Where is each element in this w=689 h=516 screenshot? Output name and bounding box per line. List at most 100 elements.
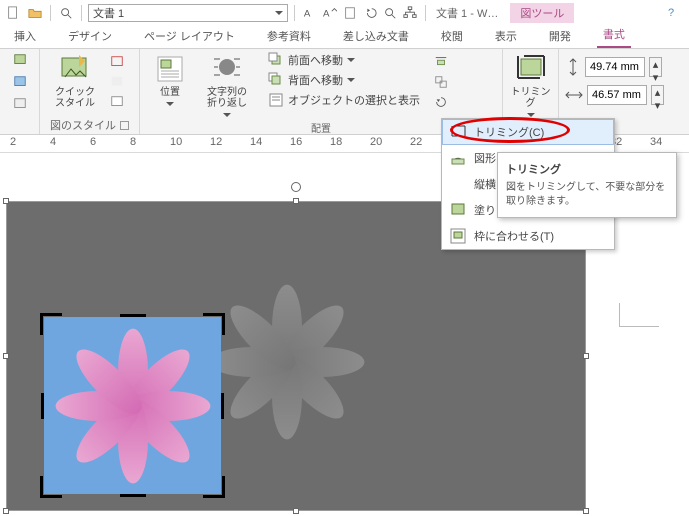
window-title: 文書 1 - W…: [436, 5, 498, 21]
svg-text:A: A: [304, 8, 311, 19]
selection-pane-button[interactable]: オブジェクトの選択と表示: [266, 91, 422, 109]
compress-icon[interactable]: [11, 95, 29, 113]
paste-icon[interactable]: [341, 4, 359, 22]
color-icon[interactable]: [11, 73, 29, 91]
find-icon[interactable]: [381, 4, 399, 22]
quick-styles-label: クイック スタイル: [55, 87, 95, 109]
fit-icon: [450, 228, 466, 244]
document-name-text: 文書 1: [93, 5, 124, 21]
crop-handle[interactable]: [203, 313, 225, 335]
menu-aspect-ratio-label: 縦横: [474, 176, 496, 192]
cropped-image: [44, 317, 221, 494]
rotate-icon[interactable]: [432, 93, 450, 111]
send-backward-label: 背面へ移動: [288, 72, 343, 88]
ruler-number: 12: [210, 136, 222, 148]
open-folder-icon[interactable]: [26, 4, 44, 22]
tooltip-body: 図をトリミングして、不要な部分を取り除きます。: [506, 181, 668, 209]
border-icon[interactable]: [108, 53, 126, 71]
tab-review[interactable]: 校閲: [435, 24, 469, 48]
position-button[interactable]: 位置: [146, 51, 194, 108]
resize-handle[interactable]: [3, 353, 9, 359]
separator: [81, 5, 82, 21]
ruler-number: 10: [170, 136, 182, 148]
print-preview-icon[interactable]: [57, 4, 75, 22]
crop-handle[interactable]: [40, 476, 62, 498]
ruler-number: 2: [10, 136, 16, 148]
crop-button[interactable]: トリミング: [509, 51, 552, 119]
bring-forward-button[interactable]: 前面へ移動: [266, 51, 422, 69]
tab-view[interactable]: 表示: [489, 24, 523, 48]
tab-design[interactable]: デザイン: [62, 24, 118, 48]
tab-format[interactable]: 書式: [597, 22, 631, 48]
menu-fill-label: 塗り: [474, 202, 496, 218]
menu-crop[interactable]: トリミング(C): [442, 119, 614, 145]
wrap-text-button[interactable]: 文字列の 折り返し: [198, 51, 256, 119]
menu-crop-to-shape-label: 図形: [474, 150, 496, 166]
width-spinner[interactable]: ▴▾: [651, 85, 664, 105]
document-name-dropdown[interactable]: 文書 1: [88, 4, 288, 22]
crop-label: トリミング: [509, 87, 552, 109]
height-row: ▴▾: [565, 57, 662, 77]
send-backward-button[interactable]: 背面へ移動: [266, 71, 422, 89]
tab-insert[interactable]: 挿入: [8, 24, 42, 48]
picture-styles-group-label: 図のスタイル: [46, 116, 133, 134]
quick-styles-button[interactable]: クイック スタイル: [46, 51, 104, 109]
width-icon: [565, 87, 583, 103]
menu-fit-label: 枠に合わせる(T): [474, 228, 554, 244]
crop-region[interactable]: [44, 317, 221, 494]
brightness-icon[interactable]: [11, 51, 29, 69]
resize-handle[interactable]: [583, 353, 589, 359]
width-input[interactable]: [587, 85, 647, 105]
menu-fit[interactable]: 枠に合わせる(T): [442, 223, 614, 249]
crop-handle[interactable]: [120, 314, 146, 317]
new-doc-icon[interactable]: [4, 4, 22, 22]
font-size-icon[interactable]: A: [321, 4, 339, 22]
height-spinner[interactable]: ▴▾: [649, 57, 662, 77]
ruler-number: 6: [90, 136, 96, 148]
page-corner: [619, 303, 659, 327]
crop-handle[interactable]: [203, 476, 225, 498]
tab-references[interactable]: 参考資料: [261, 24, 317, 48]
ruler-number: 18: [330, 136, 342, 148]
dialog-launcher-icon[interactable]: [120, 121, 129, 130]
separator: [425, 5, 426, 21]
resize-handle[interactable]: [3, 508, 9, 514]
sitemap-icon[interactable]: [401, 4, 419, 22]
effects-icon[interactable]: [108, 73, 126, 91]
tab-page-layout[interactable]: ページ レイアウト: [138, 24, 241, 48]
svg-text:A: A: [323, 8, 330, 19]
crop-handle[interactable]: [120, 494, 146, 497]
align-icon[interactable]: [432, 53, 450, 71]
width-row: ▴▾: [565, 85, 664, 105]
height-input[interactable]: [585, 57, 645, 77]
resize-handle[interactable]: [583, 508, 589, 514]
ruler-number: 4: [50, 136, 56, 148]
menu-crop-label: トリミング(C): [474, 124, 544, 140]
crop-handle[interactable]: [221, 393, 224, 419]
resize-handle[interactable]: [293, 198, 299, 204]
undo-icon[interactable]: [361, 4, 379, 22]
picture-tools-tab: 図ツール: [510, 3, 574, 23]
crop-handle[interactable]: [41, 393, 44, 419]
separator: [50, 5, 51, 21]
crop-handle[interactable]: [40, 313, 62, 335]
height-icon: [565, 58, 581, 76]
fill-icon: [450, 202, 466, 218]
group-icon[interactable]: [432, 73, 450, 91]
help-button[interactable]: ?: [657, 7, 685, 19]
ruler-number: 20: [370, 136, 382, 148]
tab-mailings[interactable]: 差し込み文書: [337, 24, 415, 48]
ruler-number: 16: [290, 136, 302, 148]
resize-handle[interactable]: [293, 508, 299, 514]
ruler-number: 22: [410, 136, 422, 148]
rotate-handle[interactable]: [291, 182, 301, 192]
resize-handle[interactable]: [3, 198, 9, 204]
tooltip-title: トリミング: [506, 161, 668, 177]
tab-developer[interactable]: 開発: [543, 24, 577, 48]
position-label: 位置: [160, 87, 180, 98]
tooltip: トリミング 図をトリミングして、不要な部分を取り除きます。: [497, 152, 677, 218]
shape-icon: [450, 150, 466, 166]
layout-icon[interactable]: [108, 93, 126, 111]
font-icon[interactable]: A: [301, 4, 319, 22]
bring-forward-label: 前面へ移動: [288, 52, 343, 68]
